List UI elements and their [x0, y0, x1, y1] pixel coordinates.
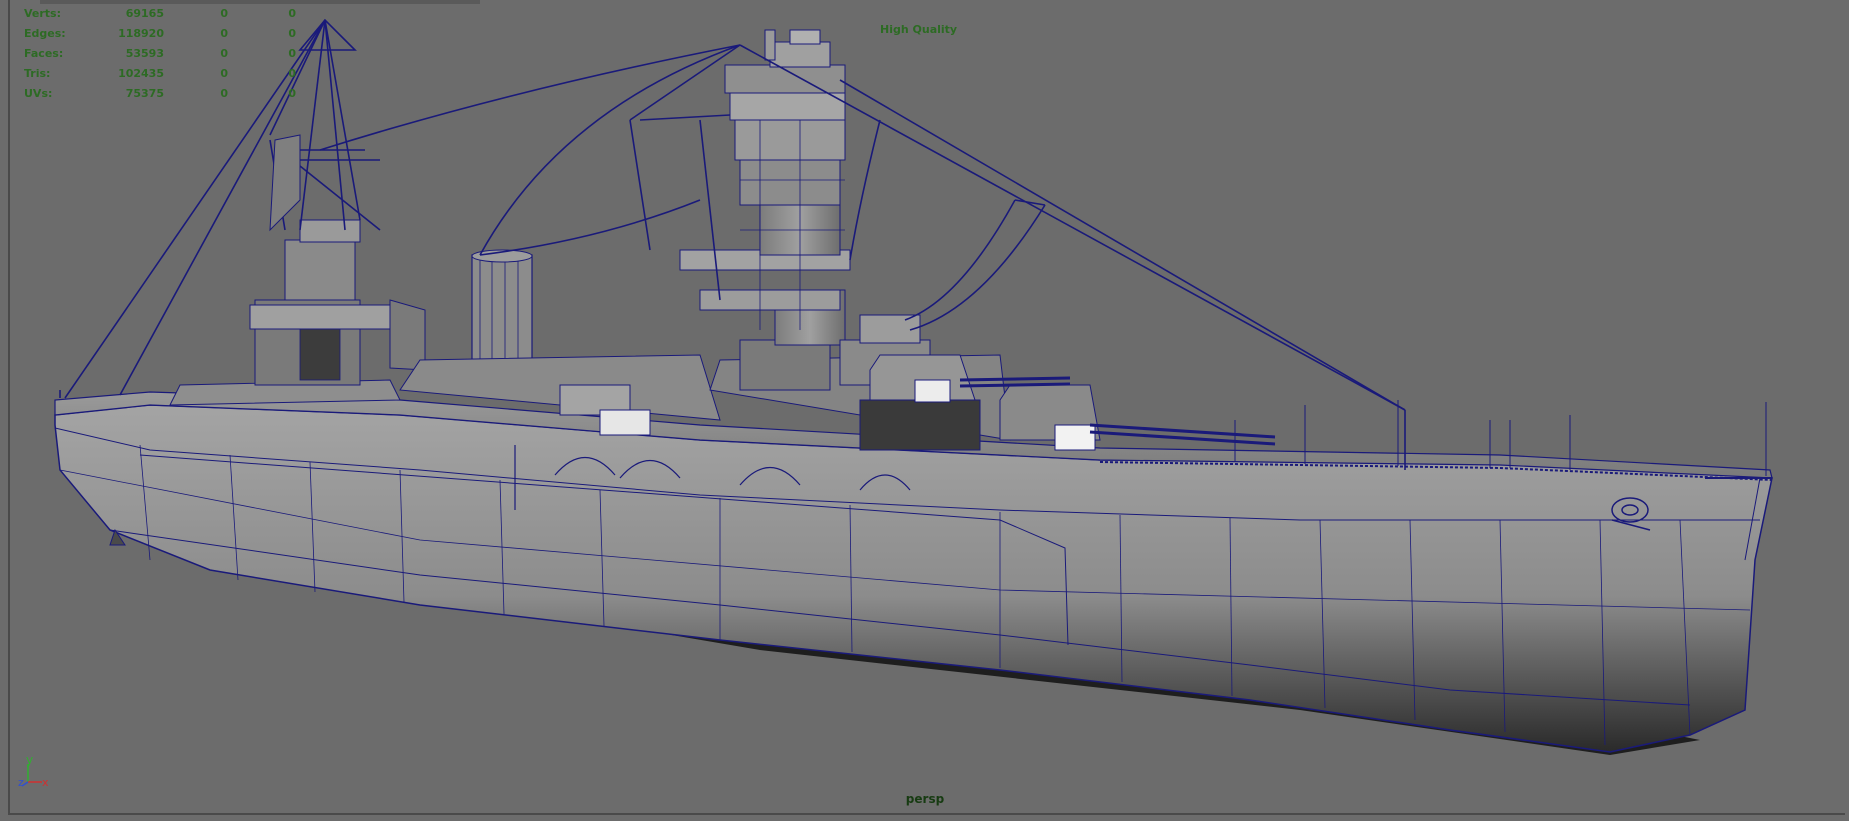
stat-total: 118920 — [118, 27, 164, 40]
stat-components: 0 — [288, 27, 296, 40]
battleship-model[interactable] — [0, 0, 1849, 821]
stat-components: 0 — [288, 87, 296, 100]
stat-label: Faces: — [24, 47, 64, 60]
axis-gizmo: y z x — [18, 756, 49, 789]
camera-name-label: persp — [905, 792, 945, 806]
stat-components: 0 — [288, 47, 296, 60]
render-quality-label: High Quality — [880, 23, 958, 36]
stat-selected: 0 — [220, 67, 228, 80]
stat-total: 53593 — [125, 47, 164, 60]
stat-selected: 0 — [220, 87, 228, 100]
stat-total: 75375 — [125, 87, 164, 100]
perspective-viewport[interactable]: Verts: 69165 0 0 Edges: 118920 0 0 Faces… — [0, 0, 1849, 821]
stat-components: 0 — [288, 7, 296, 20]
stat-selected: 0 — [220, 7, 228, 20]
stat-selected: 0 — [220, 47, 228, 60]
stat-label: UVs: — [24, 87, 53, 100]
stat-selected: 0 — [220, 27, 228, 40]
stat-label: Verts: — [24, 7, 62, 20]
axis-x-label: x — [42, 776, 49, 789]
stat-label: Edges: — [24, 27, 66, 40]
stat-total: 69165 — [125, 7, 164, 20]
stat-components: 0 — [288, 67, 296, 80]
axis-y-label: y — [26, 756, 33, 767]
stat-total: 102435 — [118, 67, 164, 80]
stat-label: Tris: — [24, 67, 51, 80]
axis-z-label: z — [18, 776, 24, 789]
